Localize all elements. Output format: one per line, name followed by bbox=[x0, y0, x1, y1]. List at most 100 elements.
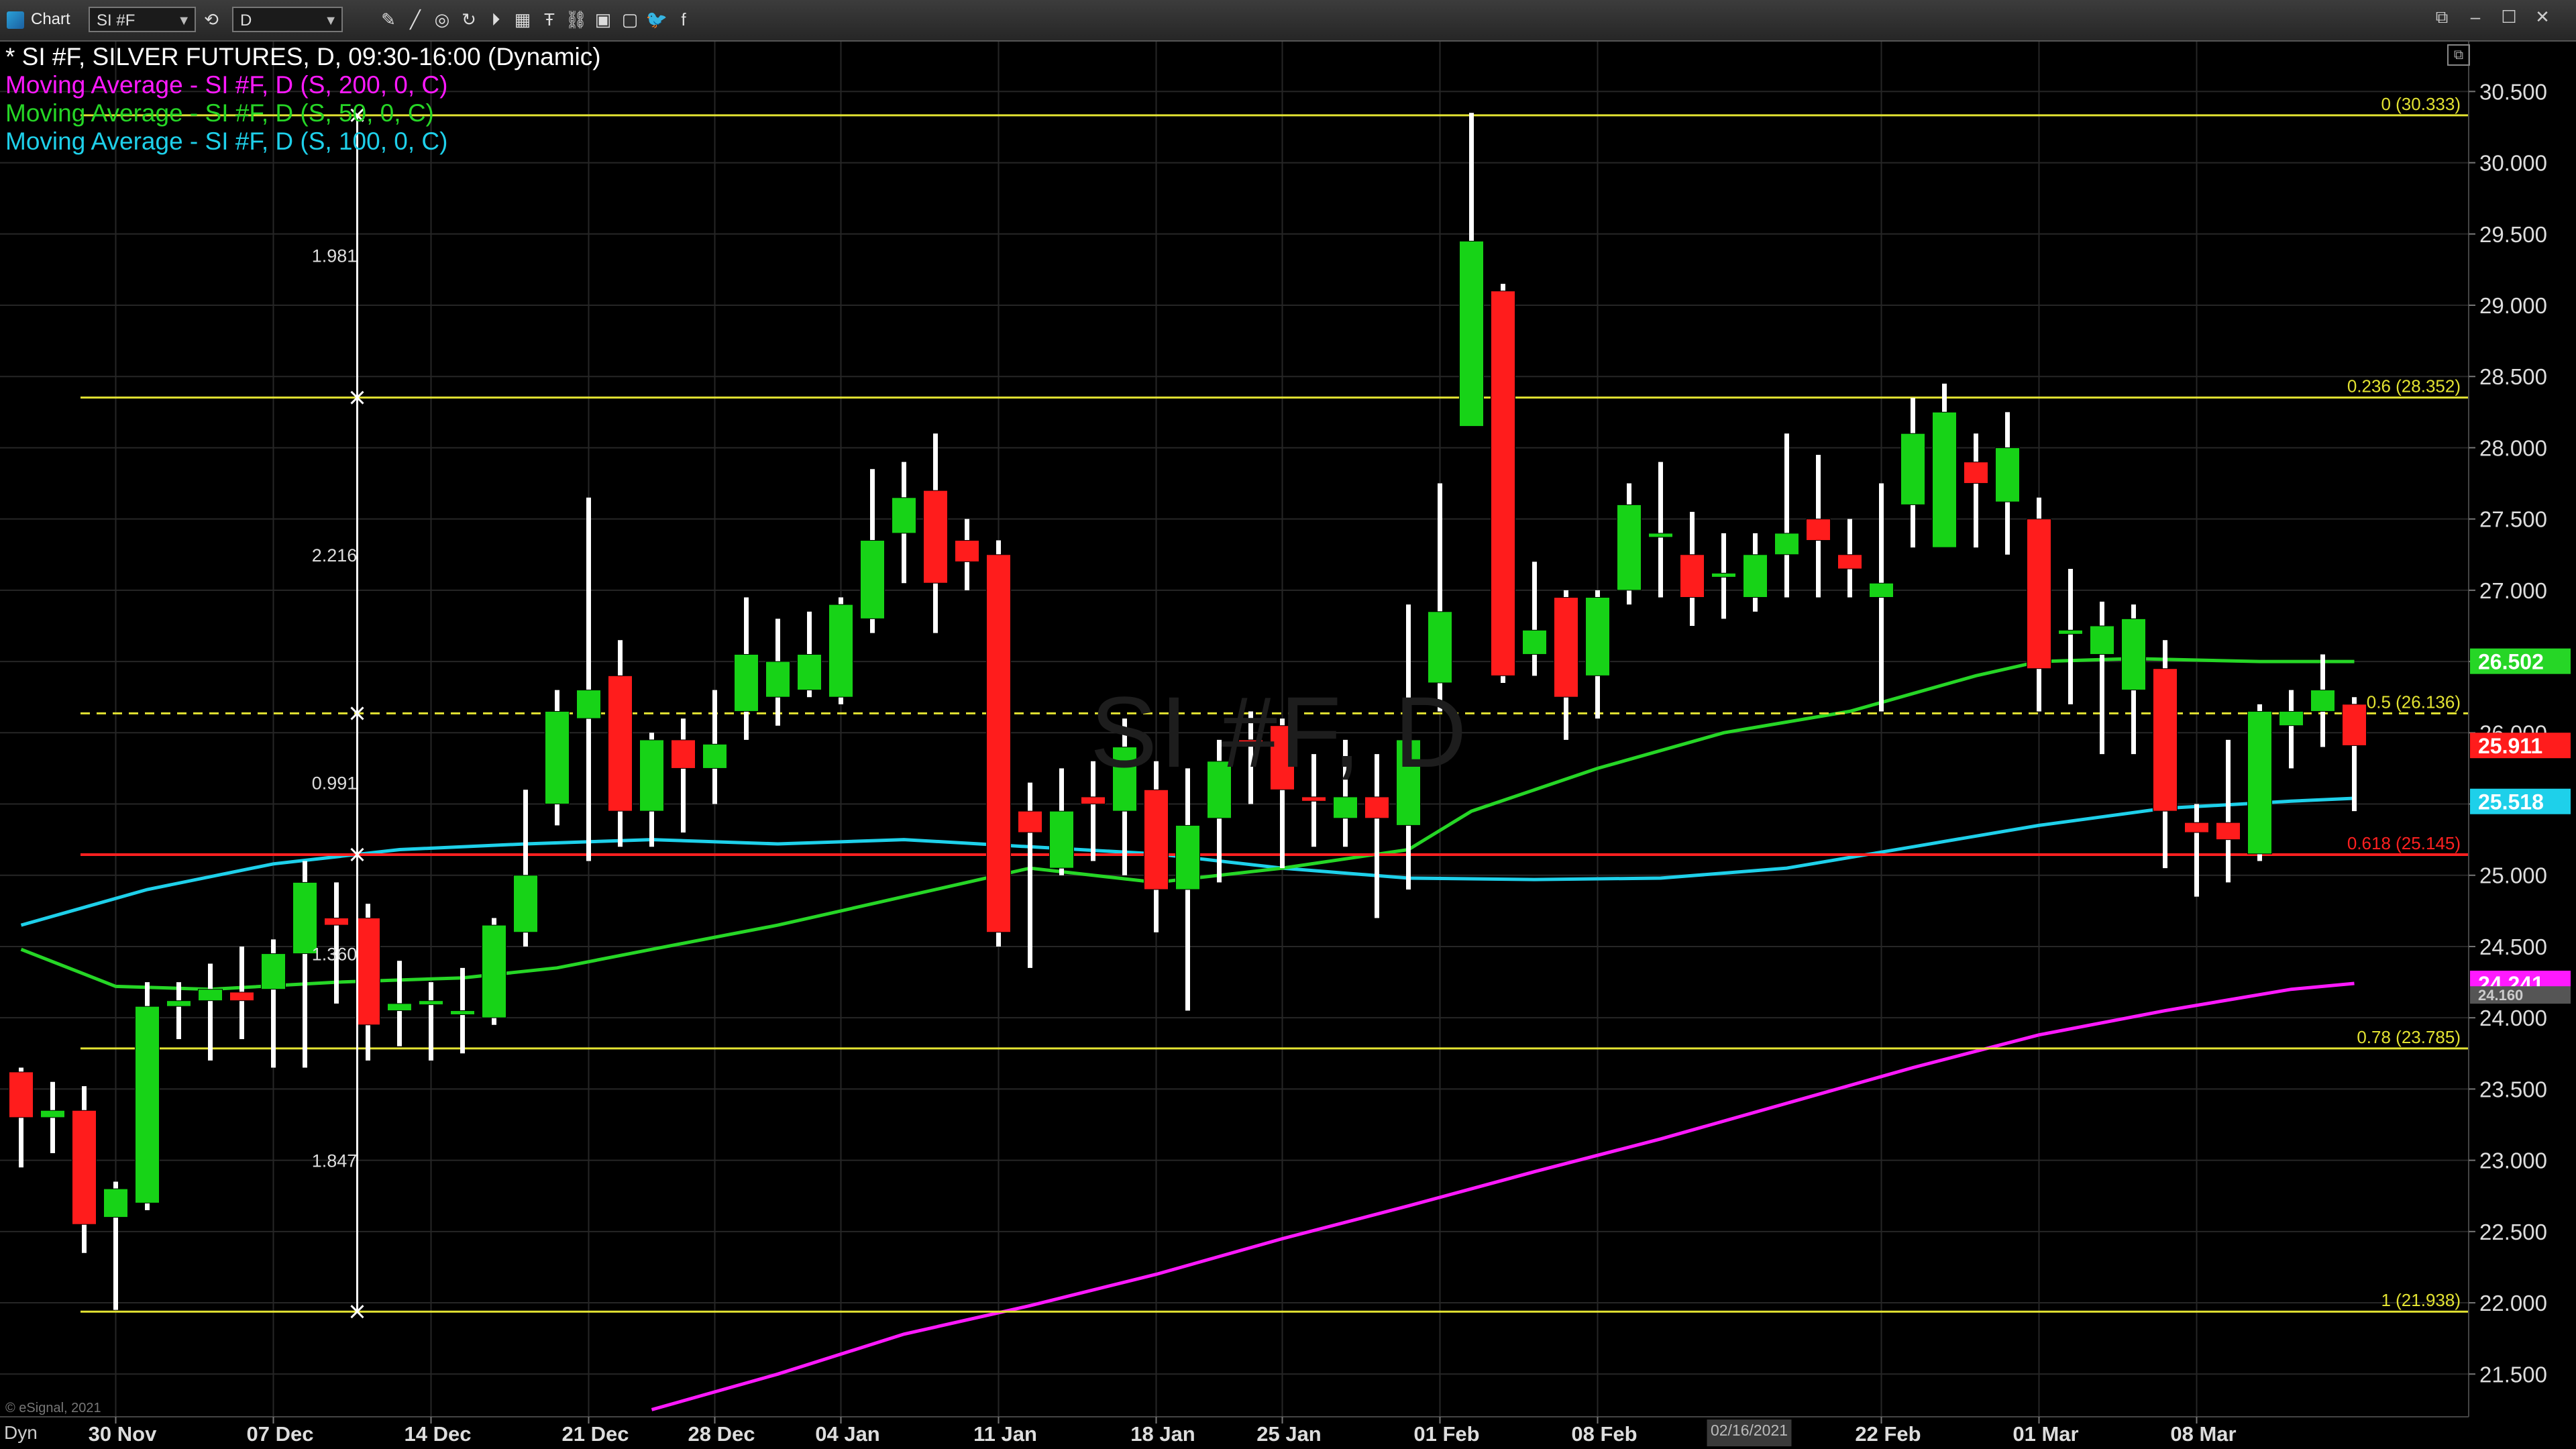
candle-body bbox=[1900, 433, 1925, 505]
candle-body bbox=[2027, 519, 2051, 669]
candle-body bbox=[1932, 411, 1957, 548]
play-icon[interactable]: ⏵ bbox=[484, 8, 507, 31]
x-tick-label: 01 Feb bbox=[1413, 1422, 1479, 1446]
y-tick-label: 27.000 bbox=[2479, 578, 2547, 603]
twitter-icon[interactable]: 🐦 bbox=[645, 8, 668, 31]
candle-body bbox=[103, 1188, 128, 1218]
y-tick-label: 29.000 bbox=[2479, 293, 2547, 318]
candle-body bbox=[166, 1000, 191, 1007]
candle-body bbox=[292, 881, 317, 955]
candle-body bbox=[1680, 554, 1705, 598]
interval-input[interactable]: D ▼ bbox=[232, 7, 343, 32]
candle-body bbox=[1995, 447, 2020, 502]
candle-body bbox=[1869, 582, 1894, 598]
price-tag-label: 25.518 bbox=[2478, 790, 2544, 814]
candle-body bbox=[1806, 519, 1831, 541]
price-tag-label: 25.911 bbox=[2478, 734, 2542, 758]
candle-body bbox=[1049, 810, 1074, 869]
price-tag-label: 24.160 bbox=[2478, 987, 2523, 1004]
x-tick-label: 25 Jan bbox=[1256, 1422, 1322, 1446]
symbol-dropdown-icon[interactable]: ▼ bbox=[177, 8, 191, 34]
candle-body bbox=[860, 540, 885, 619]
layout-icon[interactable]: ▣ bbox=[592, 8, 614, 31]
candle-body bbox=[2279, 710, 2304, 727]
link-chain-icon[interactable]: ⛓ bbox=[565, 8, 588, 31]
candle-body bbox=[2342, 704, 2367, 746]
fib-level-label: 0.618 (25.145) bbox=[2347, 833, 2461, 853]
x-tick-label: 08 Mar bbox=[2170, 1422, 2236, 1446]
cursor-date-label: 02/16/2021 bbox=[1711, 1421, 1788, 1439]
window-icon[interactable]: ▢ bbox=[619, 8, 641, 31]
x-tick-label: 01 Mar bbox=[2012, 1422, 2078, 1446]
candle-body bbox=[9, 1071, 34, 1118]
ma200-line bbox=[651, 981, 2355, 1411]
measure-label: 1.981 bbox=[312, 246, 358, 266]
y-tick-label: 30.000 bbox=[2479, 151, 2547, 176]
candle-body bbox=[2058, 629, 2083, 635]
cycle-icon[interactable]: ◎ bbox=[431, 8, 453, 31]
candle-body bbox=[1964, 462, 1988, 484]
candle-body bbox=[1333, 796, 1358, 819]
y-tick-label: 28.000 bbox=[2479, 435, 2547, 460]
line-tool-icon[interactable]: ╱ bbox=[404, 8, 427, 31]
refresh-icon[interactable]: ↻ bbox=[458, 8, 480, 31]
symbol-watermark: SI #F, D bbox=[1090, 676, 1470, 788]
date-axis: 30 Nov 07 Dec 14 Dec 21 Dec 28 Dec 04 Jan 11 J… bbox=[89, 1417, 2237, 1446]
candle-body bbox=[198, 989, 223, 1002]
candle-body bbox=[1648, 533, 1673, 538]
candle-body bbox=[2090, 625, 2114, 655]
fib-level-label: 1 (21.938) bbox=[2381, 1290, 2461, 1310]
legend-ma100[interactable]: Moving Average - SI #F, D (S, 100, 0, C) bbox=[5, 127, 447, 156]
chart-settings-icon[interactable]: ⧉ bbox=[2447, 44, 2470, 66]
chart-logo-icon bbox=[7, 11, 24, 29]
x-tick-label: 08 Feb bbox=[1571, 1422, 1637, 1446]
fib-level-label: 0.5 (26.136) bbox=[2367, 692, 2461, 712]
restore-icon[interactable]: ⧉ bbox=[2428, 5, 2455, 28]
symbol-input[interactable]: SI #F ▼ bbox=[89, 7, 196, 32]
y-tick-label: 24.500 bbox=[2479, 934, 2547, 959]
ma200-layer bbox=[651, 981, 2355, 1411]
candle-body bbox=[229, 991, 254, 1002]
interval-dropdown-icon[interactable]: ▼ bbox=[324, 8, 337, 34]
candle-body bbox=[387, 1003, 412, 1012]
candle-body bbox=[765, 661, 790, 698]
x-tick-label: 11 Jan bbox=[973, 1422, 1037, 1446]
x-tick-label: 21 Dec bbox=[562, 1422, 629, 1446]
candle-body bbox=[1711, 572, 1736, 578]
candle-body bbox=[419, 1000, 443, 1006]
candle-body bbox=[1774, 533, 1799, 555]
candle-body bbox=[1175, 824, 1200, 890]
candle-body bbox=[955, 540, 979, 562]
close-icon[interactable]: ✕ bbox=[2529, 5, 2556, 28]
maximize-icon[interactable]: ☐ bbox=[2496, 5, 2522, 28]
candle-body bbox=[1554, 596, 1578, 698]
facebook-icon[interactable]: f bbox=[672, 8, 695, 31]
x-tick-label: 30 Nov bbox=[89, 1422, 157, 1446]
candle-body bbox=[923, 490, 948, 584]
candle-body bbox=[1743, 554, 1768, 598]
pencil-icon[interactable]: ✎ bbox=[377, 8, 400, 31]
x-tick-label: 22 Feb bbox=[1855, 1422, 1921, 1446]
legend-ma200[interactable]: Moving Average - SI #F, D (S, 200, 0, C) bbox=[5, 71, 447, 99]
grid-icon[interactable]: ▦ bbox=[511, 8, 534, 31]
y-tick-label: 23.000 bbox=[2479, 1148, 2547, 1173]
legend-ma50[interactable]: Moving Average - SI #F, D (S, 50, 0, C) bbox=[5, 99, 434, 127]
candle-body bbox=[324, 917, 349, 926]
candle-body bbox=[1491, 290, 1515, 676]
y-tick-label: 25.000 bbox=[2479, 863, 2547, 888]
candle-body bbox=[1428, 611, 1452, 684]
link-icon[interactable]: ⟲ bbox=[200, 8, 223, 31]
chart-menu[interactable]: Chart bbox=[7, 8, 70, 31]
candle-body bbox=[450, 1010, 475, 1016]
candle-body bbox=[2310, 690, 2335, 712]
symbol-value: SI #F bbox=[97, 11, 136, 30]
minimize-icon[interactable]: – bbox=[2462, 5, 2489, 28]
text-tool-icon[interactable]: Ŧ bbox=[538, 8, 561, 31]
candle-body bbox=[608, 675, 633, 812]
candle-body bbox=[1301, 796, 1326, 802]
candle-body bbox=[1364, 796, 1389, 819]
candle-body bbox=[986, 554, 1011, 933]
candle-body bbox=[828, 604, 853, 698]
dynamic-toggle[interactable]: Dyn bbox=[0, 1417, 58, 1449]
candle-body bbox=[40, 1110, 65, 1118]
